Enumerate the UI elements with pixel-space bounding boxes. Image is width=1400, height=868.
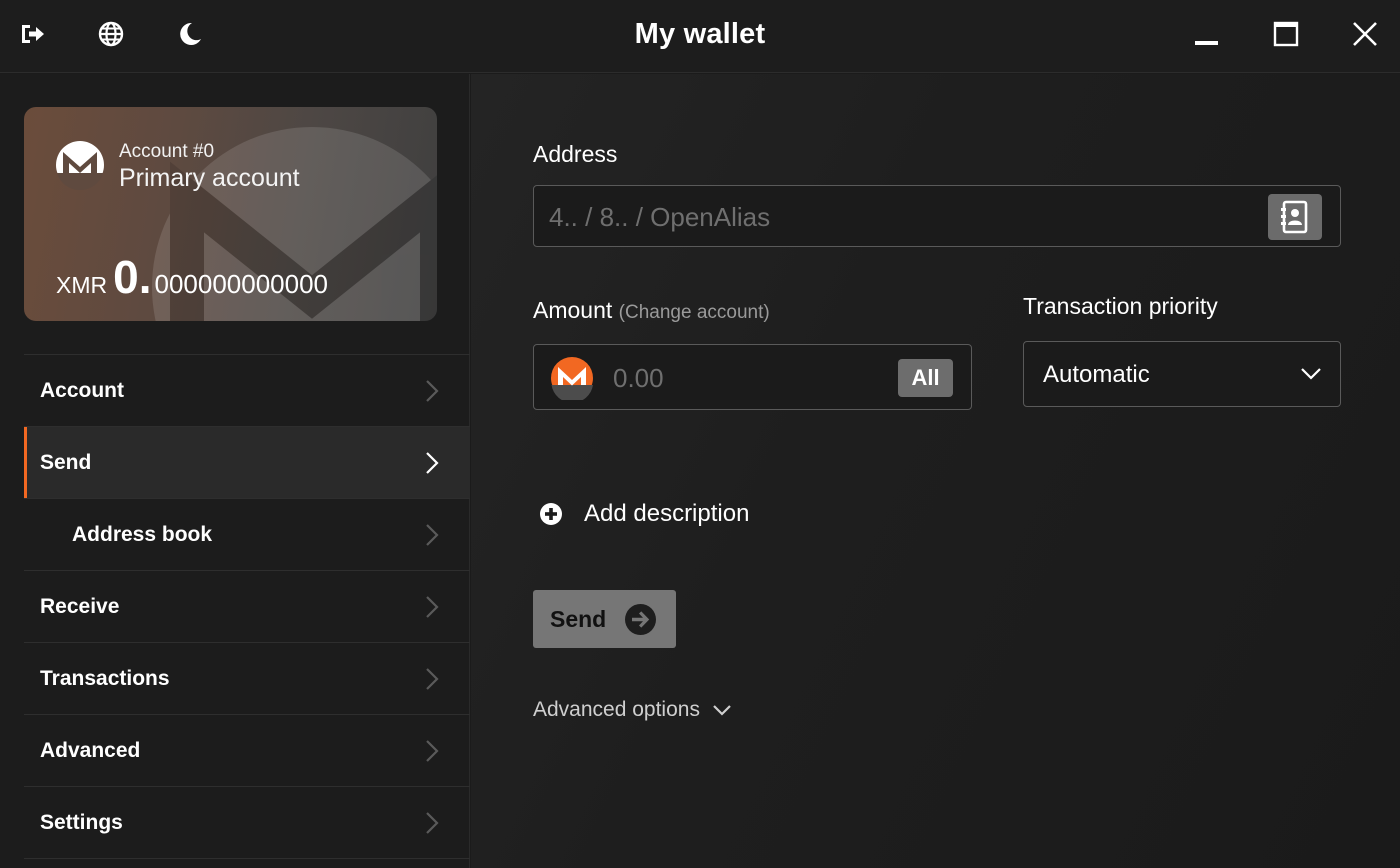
advanced-options-label: Advanced options — [533, 698, 700, 721]
sidebar-item-label: Send — [40, 450, 92, 474]
amount-placeholder: 0.00 — [613, 363, 664, 393]
sidebar-item-receive[interactable]: Receive — [24, 571, 470, 643]
maximize-icon[interactable] — [1270, 18, 1302, 50]
logout-icon[interactable] — [16, 18, 48, 50]
all-button[interactable]: All — [898, 359, 953, 397]
chevron-right-icon — [426, 596, 439, 618]
address-placeholder: 4.. / 8.. / OpenAlias — [549, 202, 771, 232]
contact-book-icon — [1281, 200, 1308, 234]
advanced-options-toggle[interactable]: Advanced options — [533, 698, 732, 722]
sidebar-item-label: Advanced — [40, 738, 141, 762]
globe-icon[interactable] — [95, 18, 127, 50]
amount-label: Amount (Change account) — [533, 297, 770, 324]
balance-integer: 0. — [113, 251, 152, 303]
chevron-down-icon — [1301, 368, 1321, 380]
account-card[interactable]: Account #0 Primary account XMR 0. 00000000… — [24, 107, 437, 321]
priority-value: Automatic — [1043, 361, 1150, 388]
chevron-right-icon — [426, 524, 439, 546]
sidebar: Account #0 Primary account XMR 0. 00000000… — [0, 74, 470, 868]
address-label: Address — [533, 141, 618, 167]
monero-coin-icon — [551, 357, 593, 400]
sidebar-item-label: Settings — [40, 810, 123, 834]
add-description-button[interactable]: Add description — [539, 500, 749, 528]
balance-decimal: 000000000000 — [154, 269, 329, 299]
sidebar-item-label: Transactions — [40, 666, 170, 690]
balance-currency: XMR — [56, 272, 108, 298]
monero-logo-icon — [56, 141, 104, 190]
sidebar-item-label: Address book — [72, 522, 213, 546]
sidebar-item-transactions[interactable]: Transactions — [24, 643, 470, 715]
sidebar-item-address-book[interactable]: Address book — [24, 499, 470, 571]
change-account-link[interactable]: (Change account) — [619, 302, 770, 323]
plus-circle-icon — [540, 503, 562, 525]
moon-icon[interactable] — [174, 18, 206, 50]
close-icon[interactable] — [1349, 18, 1381, 50]
sidebar-item-label: Account — [40, 378, 124, 402]
sidebar-item-send[interactable]: Send — [24, 427, 470, 499]
arrow-right-circle-icon — [625, 603, 657, 635]
account-number: Account #0 — [119, 141, 215, 162]
add-description-label: Add description — [584, 500, 750, 527]
account-name: Primary account — [119, 164, 300, 192]
chevron-right-icon — [426, 740, 439, 762]
priority-label: Transaction priority — [1023, 293, 1218, 319]
priority-select[interactable]: Automatic — [1023, 341, 1341, 407]
chevron-right-icon — [426, 452, 439, 474]
sidebar-item-account[interactable]: Account — [24, 355, 470, 427]
address-field[interactable]: 4.. / 8.. / OpenAlias — [533, 185, 1341, 247]
sidebar-item-settings[interactable]: Settings — [24, 787, 470, 859]
chevron-down-icon — [713, 705, 731, 716]
sidebar-item-label: Receive — [40, 594, 120, 618]
send-button-label: Send — [550, 605, 607, 632]
minimize-icon[interactable] — [1190, 18, 1222, 50]
send-panel: Address 4.. / 8.. / OpenAlias Amount (Ch… — [471, 74, 1400, 868]
title-bar: My wallet — [0, 0, 1400, 73]
chevron-right-icon — [426, 380, 439, 402]
sidebar-menu: Account Send Address book Receive Transa… — [24, 354, 470, 859]
address-book-button[interactable] — [1268, 194, 1322, 240]
amount-field[interactable]: 0.00 All — [533, 344, 972, 410]
sidebar-item-advanced[interactable]: Advanced — [24, 715, 470, 787]
send-button[interactable]: Send — [533, 590, 676, 648]
chevron-right-icon — [426, 812, 439, 834]
amount-label-text: Amount — [533, 297, 613, 323]
chevron-right-icon — [426, 668, 439, 690]
balance: XMR 0. 000000000000 — [56, 250, 328, 304]
